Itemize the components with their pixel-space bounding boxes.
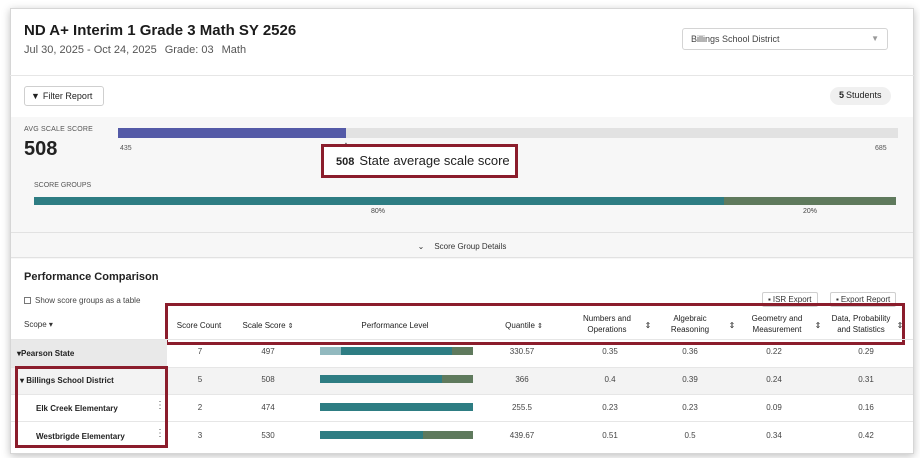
perf-segment-meets	[320, 375, 443, 383]
cell-quantile: 366	[515, 375, 529, 384]
cell-algebraic-reasoning: 0.23	[682, 403, 698, 412]
avg-scale-score-value: 508	[24, 138, 58, 160]
district-select[interactable]: Billings School District ▼	[682, 28, 888, 50]
chevron-down-icon: ⌄	[417, 242, 425, 251]
perf-segment-exceeds	[442, 375, 473, 383]
scope-column-header[interactable]: Scope ▾	[24, 320, 53, 329]
cell-data-probability: 0.16	[858, 403, 874, 412]
row-scope-pearson-state[interactable]: ▾Pearson State	[17, 349, 74, 358]
filter-report-label: Filter Report	[42, 91, 93, 101]
cell-scale-score: 530	[261, 431, 275, 440]
perf-segment-meets	[320, 403, 473, 411]
report-title: ND A+ Interim 1 Grade 3 Math SY 2526	[24, 22, 297, 39]
show-score-groups-checkbox[interactable]: Show score groups as a table	[24, 296, 140, 305]
avg-range-max: 685	[875, 145, 887, 152]
callout-text: State average scale score	[359, 153, 510, 168]
callout-value: 508	[336, 156, 355, 168]
students-label: Students	[846, 90, 882, 100]
show-score-groups-label: Show score groups as a table	[35, 296, 141, 305]
score-group-2-pct: 20%	[803, 208, 818, 215]
scope-header-label: Scope	[24, 320, 47, 329]
cell-numbers-operations: 0.35	[602, 347, 618, 356]
cell-algebraic-reasoning: 0.5	[684, 431, 696, 440]
performance-comparison-title: Performance Comparison	[24, 271, 159, 283]
cell-score-count: 5	[197, 375, 203, 384]
highlighted-scope-box	[15, 366, 168, 448]
chevron-down-icon: ▼	[871, 34, 879, 43]
filter-report-button[interactable]: ▼ Filter Report	[24, 86, 104, 106]
performance-level-bar	[320, 403, 473, 411]
cell-data-probability: 0.31	[858, 375, 874, 384]
subject-label: Math	[221, 44, 247, 56]
performance-level-bar	[320, 347, 473, 355]
score-group-details-toggle[interactable]: ⌄ Score Group Details	[11, 232, 913, 258]
perf-segment-exceeds	[451, 347, 473, 355]
perf-segment-below	[320, 347, 342, 355]
cell-algebraic-reasoning: 0.36	[682, 347, 698, 356]
cell-scale-score: 497	[261, 347, 275, 356]
cell-scale-score: 508	[261, 375, 275, 384]
cell-geometry-measurement: 0.34	[766, 431, 782, 440]
cell-scale-score: 474	[261, 403, 275, 412]
cell-geometry-measurement: 0.24	[766, 375, 782, 384]
avg-score-fill	[118, 128, 346, 138]
score-group-1-pct: 80%	[371, 208, 386, 215]
performance-level-bar	[320, 431, 473, 439]
caret-down-icon: ▾	[48, 320, 53, 329]
score-group-details-label: Score Group Details	[434, 242, 507, 251]
cell-data-probability: 0.29	[858, 347, 874, 356]
cell-data-probability: 0.42	[858, 431, 874, 440]
score-group-segment-1	[34, 197, 724, 205]
grade-label: Grade: 03	[164, 44, 214, 56]
divider	[10, 75, 914, 76]
cell-numbers-operations: 0.4	[604, 375, 616, 384]
district-select-value: Billings School District	[691, 34, 780, 44]
performance-level-bar	[320, 375, 473, 383]
students-count: 5	[839, 90, 845, 100]
cell-quantile: 330.57	[509, 347, 535, 356]
cell-score-count: 7	[197, 347, 203, 356]
cell-algebraic-reasoning: 0.39	[682, 375, 698, 384]
cell-geometry-measurement: 0.22	[766, 347, 782, 356]
score-groups-label: SCORE GROUPS	[34, 182, 92, 189]
students-count-badge: 5 Students	[830, 87, 891, 105]
cell-numbers-operations: 0.51	[602, 431, 618, 440]
cell-numbers-operations: 0.23	[602, 403, 618, 412]
avg-range-min: 435	[120, 145, 132, 152]
avg-scale-score-label: AVG SCALE SCORE	[24, 126, 94, 133]
avg-score-track	[118, 128, 898, 138]
cell-score-count: 3	[197, 431, 203, 440]
report-subtitle: Jul 30, 2025 - Oct 24, 2025 Grade: 03 Math	[24, 44, 254, 56]
perf-segment-meets	[320, 431, 423, 439]
date-range: Jul 30, 2025 - Oct 24, 2025	[24, 44, 157, 56]
state-average-callout: 508 State average scale score	[321, 144, 518, 178]
score-groups-bar	[34, 197, 896, 205]
cell-quantile: 255.5	[511, 403, 533, 412]
perf-segment-exceeds	[422, 431, 473, 439]
filter-icon: ▼	[31, 91, 40, 101]
score-group-segment-2	[723, 197, 896, 205]
perf-segment-meets	[341, 347, 452, 355]
cell-quantile: 439.67	[509, 431, 535, 440]
cell-geometry-measurement: 0.09	[766, 403, 782, 412]
checkbox-icon	[24, 297, 31, 304]
cell-score-count: 2	[197, 403, 203, 412]
